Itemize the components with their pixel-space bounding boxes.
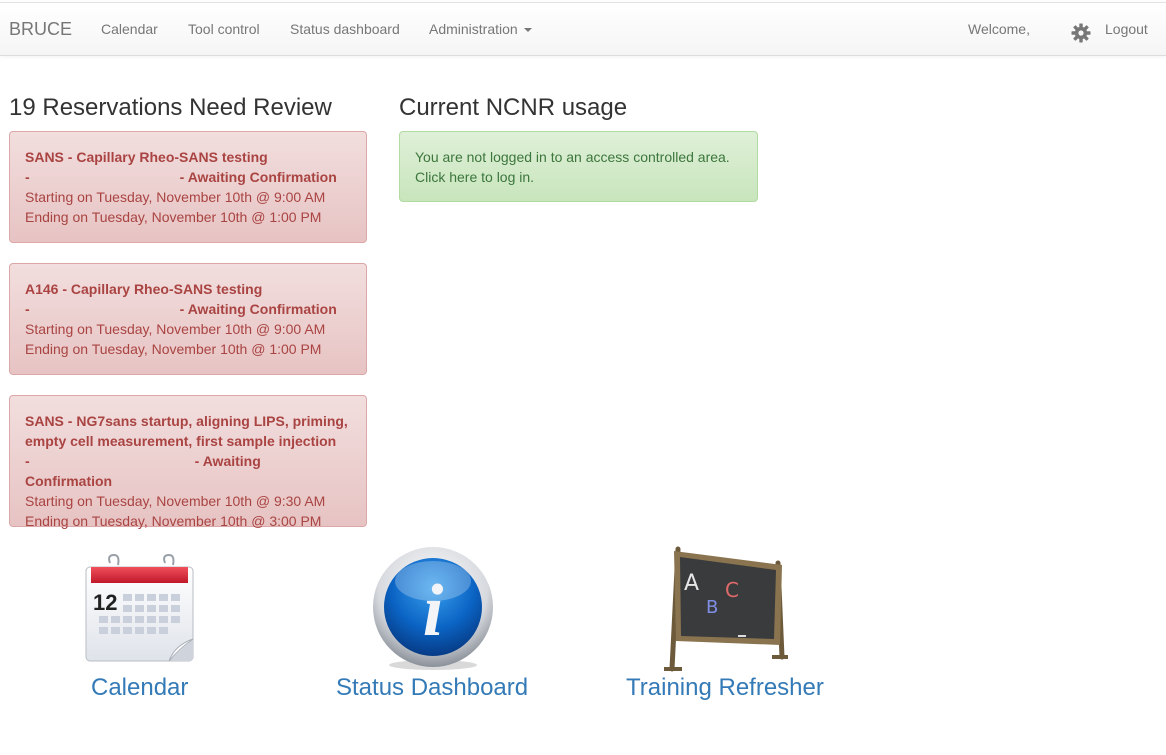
reservations-heading: 19 Reservations Need Review (9, 94, 332, 121)
nav-tool-control[interactable]: Tool control (188, 21, 260, 37)
welcome-text: Welcome, (968, 21, 1030, 37)
login-link[interactable]: Click here to log in. (415, 167, 742, 187)
login-notice[interactable]: You are not logged in to an access contr… (399, 131, 758, 202)
login-notice-line1: You are not logged in to an access contr… (415, 149, 730, 165)
nav-administration-dropdown[interactable]: Administration (429, 21, 532, 37)
top-navbar: BRUCE Calendar Tool control Status dashb… (0, 2, 1166, 56)
calendar-day-number: 12 (93, 590, 117, 615)
reservation-status: - Awaiting Confirmation (179, 301, 337, 317)
reservation-status: - Awaiting Confirmation (179, 169, 337, 185)
brand-link[interactable]: BRUCE (9, 19, 72, 40)
chalkboard-icon[interactable]: A B C (660, 545, 792, 675)
nav-administration-label: Administration (429, 21, 518, 37)
reservation-end: Ending on Tuesday, November 10th @ 1:00 … (25, 341, 322, 357)
reservation-end: Ending on Tuesday, November 10th @ 1:00 … (25, 209, 322, 225)
reservation-status: - Awaiting Confirmation (25, 453, 261, 489)
reservation-title: SANS - NG7sans startup, aligning LIPS, p… (25, 413, 348, 429)
calendar-tile-link[interactable]: Calendar (91, 674, 188, 702)
training-refresher-tile-link[interactable]: Training Refresher (626, 674, 824, 702)
reservation-title: SANS - Capillary Rheo-SANS testing (25, 149, 268, 165)
chalk-letter-a: A (684, 571, 699, 596)
calendar-icon[interactable]: 12 (83, 553, 197, 665)
reservation-dash: - (25, 301, 30, 317)
nav-calendar[interactable]: Calendar (101, 21, 158, 37)
reservation-title: A146 - Capillary Rheo-SANS testing (25, 281, 263, 297)
chalk-letter-b: B (706, 597, 718, 618)
reservation-dash: - (25, 453, 30, 469)
reservation-card[interactable]: SANS - NG7sans startup, aligning LIPS, p… (9, 395, 367, 529)
reservation-end: Ending on Tuesday, November 10th @ 3:00 … (25, 513, 322, 529)
info-icon[interactable]: i (371, 547, 495, 671)
logout-link[interactable]: Logout (1105, 21, 1148, 37)
reservation-start: Starting on Tuesday, November 10th @ 9:3… (25, 493, 326, 509)
reservation-card[interactable]: A146 - Capillary Rheo-SANS testing - - Aw… (9, 263, 367, 375)
info-glyph: i (423, 570, 444, 652)
reservation-start: Starting on Tuesday, November 10th @ 9:0… (25, 321, 326, 337)
reservation-start: Starting on Tuesday, November 10th @ 9:0… (25, 189, 326, 205)
usage-heading: Current NCNR usage (399, 94, 628, 121)
status-dashboard-tile-link[interactable]: Status Dashboard (336, 674, 528, 702)
gear-icon[interactable] (1071, 23, 1091, 43)
reservation-card[interactable]: SANS - Capillary Rheo-SANS testing - - Aw… (9, 131, 367, 243)
reservation-dash: - (25, 169, 30, 185)
nav-status-dashboard[interactable]: Status dashboard (290, 21, 400, 37)
chalk-letter-c: C (725, 578, 739, 602)
reservation-title-continued: empty cell measurement, first sample inj… (25, 433, 337, 449)
chevron-down-icon (523, 28, 532, 33)
